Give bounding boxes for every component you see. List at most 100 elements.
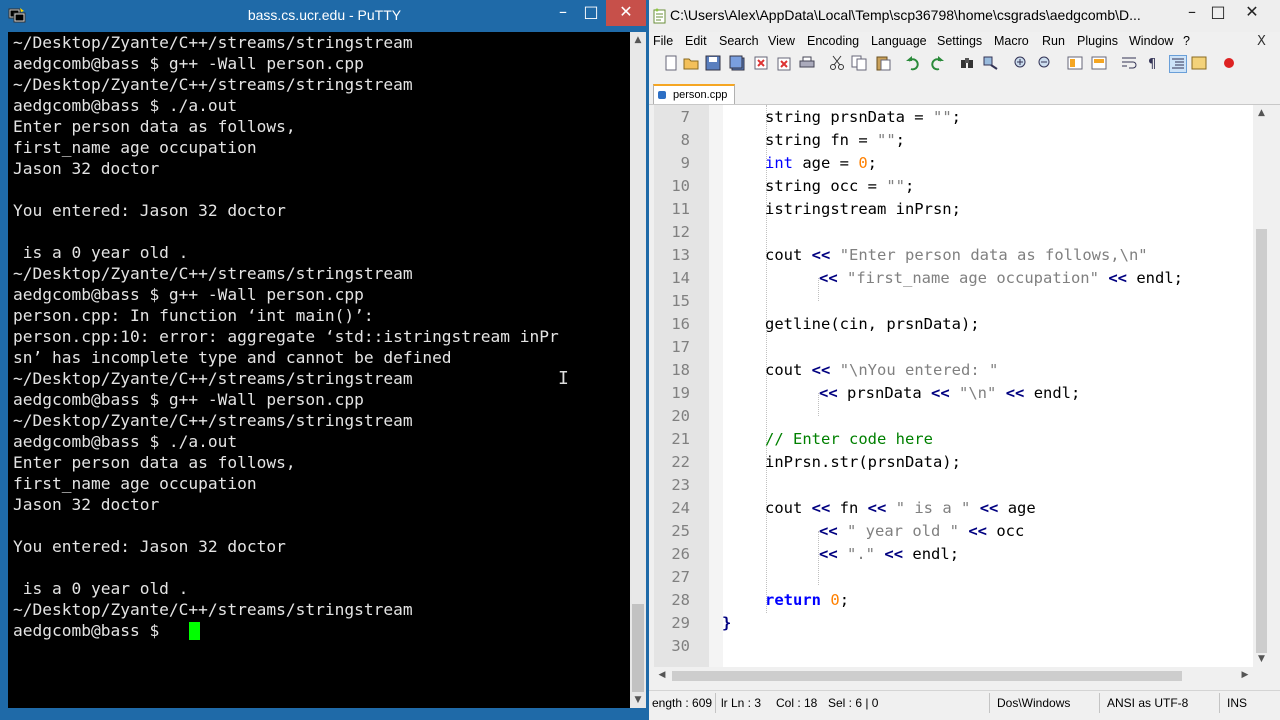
- print-icon[interactable]: [799, 55, 815, 71]
- close-icon[interactable]: [753, 55, 769, 71]
- code-line-16: getline(cin, prsnData);: [765, 313, 980, 336]
- line-number: 22: [671, 453, 690, 471]
- notepadpp-app-icon[interactable]: [653, 8, 667, 24]
- close-document-icon[interactable]: X: [1257, 34, 1266, 49]
- scroll-right-arrow-icon[interactable]: ▶: [1237, 667, 1253, 684]
- code-line-9: int age = 0;: [765, 152, 877, 175]
- word-wrap-icon[interactable]: [1121, 55, 1137, 71]
- line-number: 7: [680, 108, 690, 126]
- menu-settings[interactable]: Settings: [937, 34, 982, 48]
- code-token: ;: [839, 591, 850, 609]
- line-number: 23: [671, 476, 690, 494]
- putty-titlebar[interactable]: bass.cs.ucr.edu - PuTTY – □ ✕: [0, 0, 649, 32]
- terminal-line: person.cpp:10: error: aggregate ‘std::is…: [13, 327, 559, 346]
- scroll-up-arrow-icon[interactable]: ▲: [1253, 105, 1270, 121]
- user-lang-icon[interactable]: [1191, 55, 1207, 71]
- status-eol: Dos\Windows: [997, 696, 1071, 710]
- comment: // Enter code here: [765, 430, 933, 448]
- fold-margin[interactable]: [709, 105, 723, 667]
- menu-file[interactable]: File: [653, 34, 673, 48]
- copy-icon[interactable]: [851, 55, 867, 71]
- string-literal: "": [886, 177, 905, 195]
- scroll-up-arrow-icon[interactable]: ▲: [630, 32, 646, 48]
- npp-titlebar[interactable]: C:\Users\Alex\AppData\Local\Temp\scp3679…: [649, 0, 1280, 32]
- menu-window[interactable]: Window: [1129, 34, 1173, 48]
- indent-guide-icon[interactable]: [1169, 55, 1187, 73]
- terminal-line: aedgcomb@bass $ g++ -Wall person.cpp: [13, 285, 364, 304]
- operator: <<: [1108, 269, 1127, 287]
- code-line-21: // Enter code here: [765, 428, 933, 451]
- npp-minimize-button[interactable]: –: [1179, 0, 1205, 26]
- menu-help[interactable]: ?: [1183, 34, 1190, 48]
- terminal-line: ~/Desktop/Zyante/C++/streams/stringstrea…: [13, 33, 413, 52]
- status-length: ength : 609: [652, 696, 713, 710]
- code-token: ;: [867, 154, 878, 172]
- operator: <<: [867, 499, 887, 517]
- menu-language[interactable]: Language: [871, 34, 927, 48]
- npp-close-button[interactable]: ✕: [1227, 0, 1277, 26]
- menu-plugins[interactable]: Plugins: [1077, 34, 1118, 48]
- line-number: 16: [671, 315, 690, 333]
- status-divider: [989, 693, 990, 713]
- operator: <<: [819, 384, 838, 402]
- code-token: cout: [765, 499, 812, 517]
- putty-close-button[interactable]: ✕: [606, 0, 646, 26]
- terminal-scroll-thumb[interactable]: [632, 604, 644, 692]
- terminal-line: You entered: Jason 32 doctor: [13, 201, 286, 220]
- sync-h-icon[interactable]: [1091, 55, 1107, 71]
- status-line: lr Ln : 3: [721, 696, 762, 710]
- menu-view[interactable]: View: [768, 34, 795, 48]
- save-all-icon[interactable]: [729, 55, 745, 71]
- new-file-icon[interactable]: [663, 55, 679, 71]
- menu-search[interactable]: Search: [719, 34, 759, 48]
- terminal-scrollbar[interactable]: ▲ ▼: [630, 32, 646, 708]
- menu-run[interactable]: Run: [1042, 34, 1065, 48]
- tab-person-cpp[interactable]: person.cpp: [653, 84, 735, 104]
- line-number: 14: [671, 269, 690, 287]
- undo-icon[interactable]: [905, 55, 921, 71]
- cut-icon[interactable]: [829, 55, 845, 71]
- menu-edit[interactable]: Edit: [685, 34, 707, 48]
- editor-vertical-scrollbar[interactable]: ▲ ▼: [1253, 105, 1270, 667]
- terminal-line: ~/Desktop/Zyante/C++/streams/stringstrea…: [13, 369, 413, 388]
- menu-encoding[interactable]: Encoding: [807, 34, 859, 48]
- redo-icon[interactable]: [929, 55, 945, 71]
- open-file-icon[interactable]: [683, 55, 699, 71]
- replace-icon[interactable]: [983, 55, 999, 71]
- putty-minimize-button[interactable]: –: [550, 0, 576, 26]
- code-token: cout: [765, 246, 812, 264]
- saved-file-icon: [658, 91, 666, 99]
- code-token: cout: [765, 361, 812, 379]
- putty-maximize-button[interactable]: □: [578, 0, 604, 26]
- close-all-icon[interactable]: [775, 55, 791, 71]
- npp-menubar: File Edit Search View Encoding Language …: [649, 32, 1280, 52]
- line-number: 12: [671, 223, 690, 241]
- status-insert-mode: INS: [1227, 696, 1248, 710]
- code-token: endl;: [1127, 269, 1183, 287]
- save-icon[interactable]: [705, 55, 721, 71]
- editor-hscroll-thumb[interactable]: [672, 671, 1182, 681]
- scroll-left-arrow-icon[interactable]: ◀: [654, 667, 670, 684]
- window-frame-bottom: [0, 710, 649, 720]
- code-editor[interactable]: 7 8 9 10 11 12 13 14 15 16 17 18 19 20 2…: [654, 105, 1253, 667]
- status-divider: [1219, 693, 1220, 713]
- sync-v-icon[interactable]: [1067, 55, 1083, 71]
- zoom-out-icon[interactable]: [1037, 55, 1053, 71]
- editor-horizontal-scrollbar[interactable]: ◀ ▶: [654, 667, 1253, 684]
- scroll-down-arrow-icon[interactable]: ▼: [630, 692, 646, 708]
- editor-vscroll-thumb[interactable]: [1256, 229, 1267, 653]
- line-number: 9: [680, 154, 690, 172]
- zoom-in-icon[interactable]: [1013, 55, 1029, 71]
- terminal-line: ~/Desktop/Zyante/C++/streams/stringstrea…: [13, 75, 413, 94]
- find-icon[interactable]: [959, 55, 975, 71]
- menu-macro[interactable]: Macro: [994, 34, 1029, 48]
- record-macro-icon[interactable]: [1221, 55, 1237, 71]
- code-line-22: inPrsn.str(prsnData);: [765, 451, 961, 474]
- svg-text:¶: ¶: [1148, 57, 1156, 71]
- terminal-output[interactable]: ~/Desktop/Zyante/C++/streams/stringstrea…: [8, 32, 630, 708]
- show-all-chars-icon[interactable]: ¶: [1145, 55, 1161, 71]
- paste-icon[interactable]: [875, 55, 891, 71]
- scroll-down-arrow-icon[interactable]: ▼: [1253, 651, 1270, 667]
